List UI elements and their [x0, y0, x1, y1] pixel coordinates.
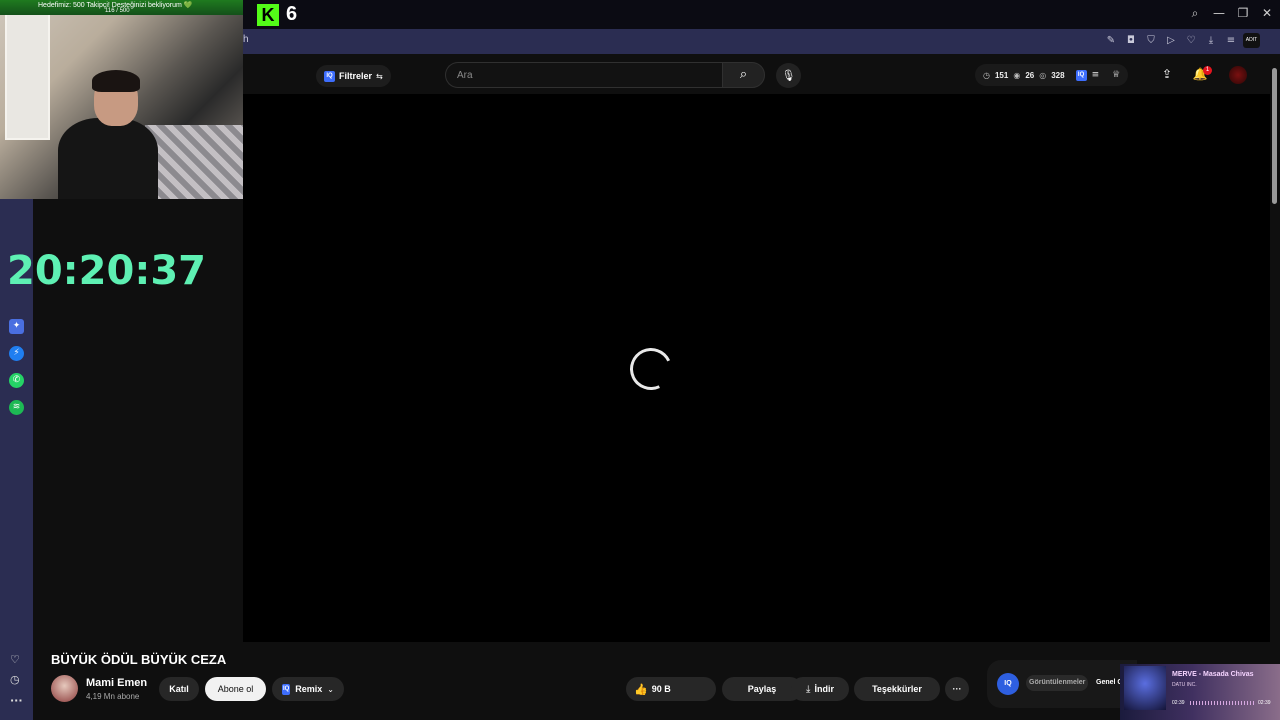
menu-icon[interactable]: ≡ [1224, 34, 1238, 48]
spotify-icon[interactable]: ≋ [9, 400, 24, 415]
webcam-bed-background [145, 125, 243, 199]
more-icon[interactable]: ··· [10, 694, 23, 707]
webcam-overlay: Hedefimiz: 500 Takipçi! Desteğinizi bekl… [0, 0, 243, 199]
download-icon[interactable]: ⤓ [1204, 34, 1218, 48]
stat-views: 26 [1025, 70, 1035, 80]
webcam-person-body [58, 118, 158, 199]
kick-logo[interactable]: K [257, 4, 279, 26]
thanks-label: Teşekkürler [872, 684, 922, 694]
album-art [1124, 666, 1166, 710]
iq-badge: IQ [282, 683, 291, 695]
iq-badge[interactable]: IQ [1075, 69, 1087, 81]
chevron-down-icon: ⌄ [327, 684, 334, 694]
tab-views[interactable]: Görüntülenmeler [1026, 675, 1089, 691]
account-avatar[interactable] [1229, 66, 1247, 84]
channel-name[interactable]: Mami Emen [86, 677, 147, 689]
download-button[interactable]: ⤓ İndir [791, 677, 849, 701]
join-label: Katıl [169, 684, 189, 694]
iq-logo[interactable]: IQ [997, 673, 1019, 695]
search-box [445, 62, 723, 88]
messenger-icon[interactable]: ⚡ [9, 346, 24, 361]
thumbs-up-icon: 👍 [634, 682, 648, 696]
stat-total: 328 [1051, 70, 1065, 80]
heart-icon[interactable]: ♡ [10, 653, 20, 666]
track-waveform [1190, 701, 1254, 705]
tab-count: 6 [286, 3, 298, 25]
join-button[interactable]: Katıl [159, 677, 199, 701]
clock-icon: ◷ [983, 70, 990, 80]
trophy-icon[interactable]: ♕ [1112, 70, 1120, 80]
shield-icon[interactable]: ⛉ [1144, 34, 1158, 48]
close-icon[interactable]: ✕ [1260, 6, 1274, 20]
like-count: 90 B [651, 684, 671, 694]
more-actions-button[interactable]: ··· [945, 677, 969, 701]
share-label: Paylaş [747, 684, 777, 694]
track-total: 02:39 [1258, 700, 1271, 706]
app-icon[interactable]: ✦ [9, 319, 24, 334]
filters-button[interactable]: IQ Filtreler ⇆ [316, 65, 391, 87]
video-title: BÜYÜK ÖDÜL BÜYÜK CEZA [51, 652, 227, 667]
like-button[interactable]: 👍 90 B [626, 677, 716, 701]
edit-icon[interactable]: ✎ [1104, 34, 1118, 48]
stream-clock: 20:20:37 [7, 248, 206, 294]
more-actions-icon: ··· [952, 684, 962, 694]
thanks-button[interactable]: Teşekkürler [854, 677, 940, 701]
share-button[interactable]: Paylaş [722, 677, 802, 701]
eye-icon: ◉ [1013, 70, 1021, 80]
minimize-icon[interactable]: — [1212, 6, 1226, 20]
channel-avatar[interactable] [51, 675, 78, 702]
profile-avatar[interactable]: ADIT [1243, 33, 1260, 48]
webcam-window-background [5, 10, 50, 140]
play-icon[interactable]: ▷ [1164, 34, 1178, 48]
stats-bar: ◷ 151 ◉ 26 ◎ 328 IQ ≡ ♕ [975, 64, 1129, 86]
subscribe-label: Abone ol [217, 684, 254, 694]
video-player[interactable] [243, 94, 1270, 642]
subscribe-button[interactable]: Abone ol [205, 677, 266, 701]
remix-label: Remix [295, 684, 323, 694]
search-button[interactable]: ⌕ [722, 62, 765, 88]
whatsapp-icon[interactable]: ✆ [9, 373, 24, 388]
heart-icon[interactable]: ♡ [1184, 34, 1198, 48]
camera-icon[interactable]: ◘ [1124, 34, 1138, 48]
download-icon: ⤓ [806, 683, 811, 695]
track-title: MERVE - Masada Chivas [1172, 671, 1254, 678]
microphone-icon[interactable]: 🎙 [776, 63, 801, 88]
track-artist: DATU INC. [1172, 682, 1197, 688]
webcam-person-hair [92, 70, 140, 92]
follower-goal-count: 116 / 500 [105, 8, 130, 14]
download-label: İndir [814, 684, 834, 694]
list-icon[interactable]: ≡ [1092, 70, 1100, 80]
channel-subscribers: 4,19 Mn abone [86, 692, 140, 701]
restore-icon[interactable]: ❐ [1236, 6, 1250, 20]
remix-button[interactable]: IQ Remix ⌄ [272, 677, 344, 701]
scrollbar-thumb[interactable] [1272, 68, 1277, 204]
clock-icon[interactable]: ◷ [10, 673, 20, 686]
filters-label: Filtreler [339, 71, 373, 81]
sliders-icon: ⇆ [376, 71, 383, 81]
globe-icon: ◎ [1039, 70, 1047, 80]
iq-badge: IQ [324, 70, 335, 82]
track-elapsed: 02:39 [1172, 700, 1185, 706]
notification-badge: 1 [1203, 66, 1212, 75]
search-icon[interactable]: ⌕ [1188, 6, 1202, 20]
search-input[interactable] [457, 63, 697, 87]
toolbar-partial-text: h [243, 34, 249, 45]
stat-watch: 151 [994, 70, 1009, 80]
upload-icon[interactable]: ⇪ [1159, 67, 1175, 83]
